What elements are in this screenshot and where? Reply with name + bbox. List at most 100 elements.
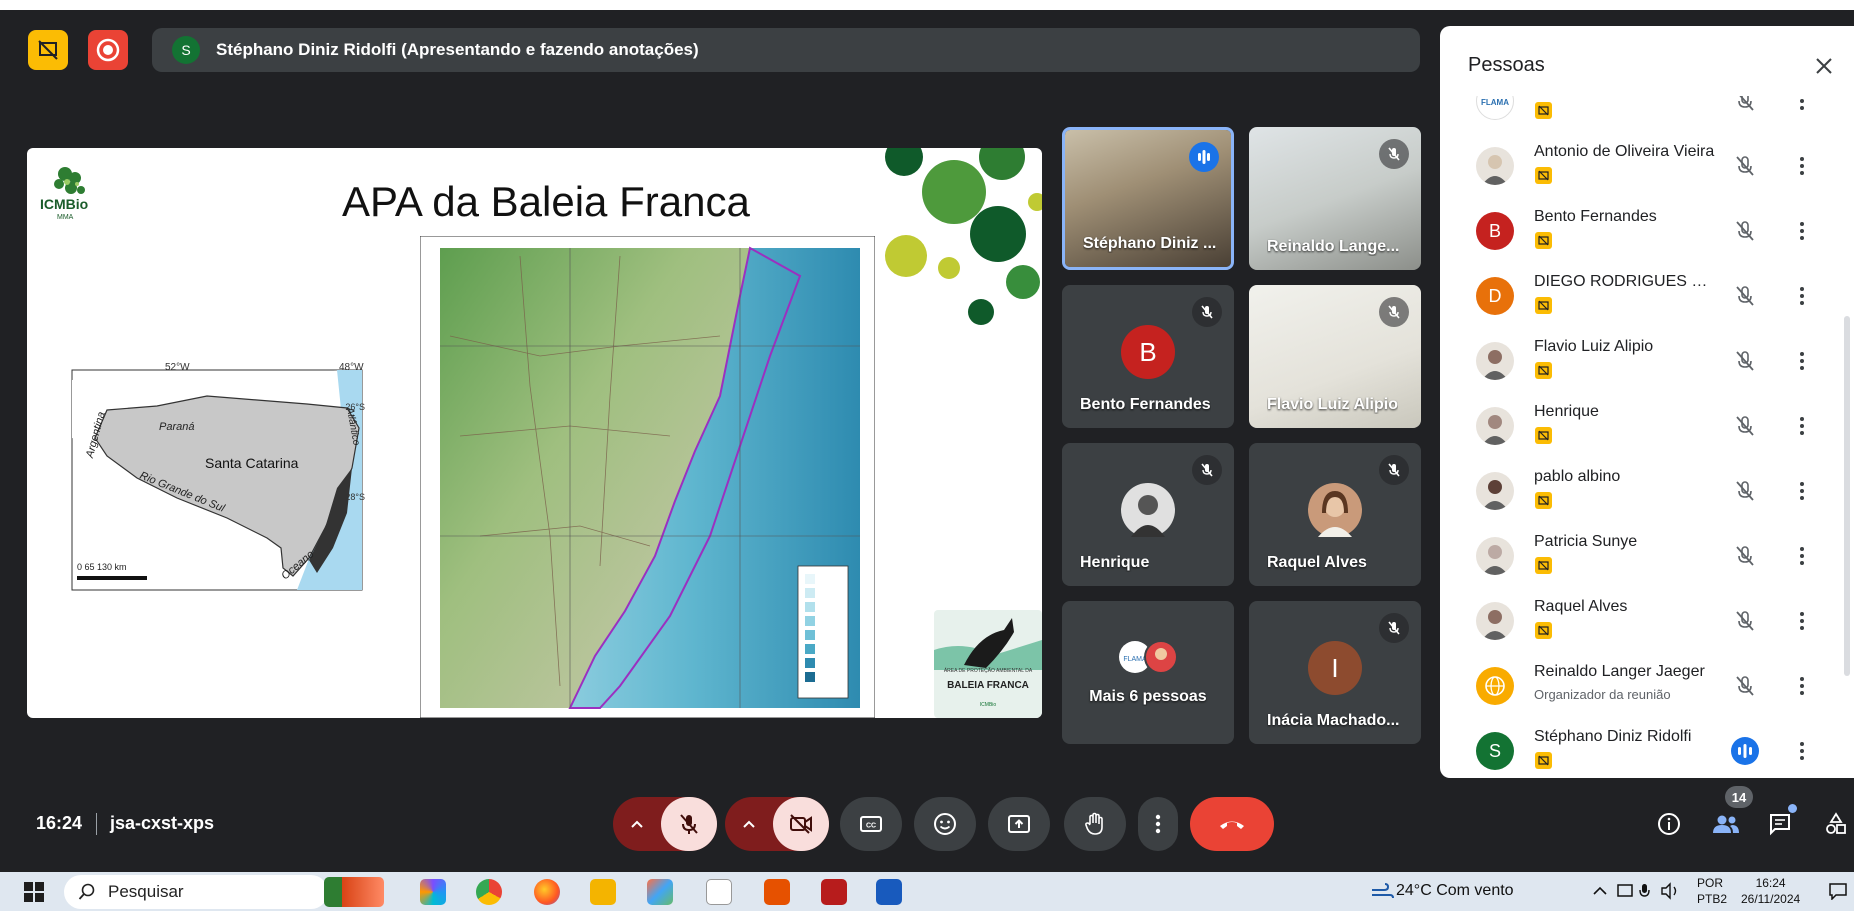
mic-off-icon[interactable] [1730,476,1760,506]
more-vert-icon[interactable] [1790,216,1814,246]
chat-notification-dot [1788,804,1797,813]
raise-hand-button[interactable] [1064,797,1126,851]
participant-row[interactable]: B Bento Fernandes [1440,200,1835,265]
participant-tile-flavio[interactable]: Flavio Luiz Alipio [1249,285,1421,428]
mic-off-icon[interactable] [1730,411,1760,441]
activities-button[interactable] [1818,806,1854,842]
slide-title: APA da Baleia Franca [342,178,750,225]
participant-tile-henrique[interactable]: Henrique [1062,443,1234,586]
shared-slide: ICMBio MMA APA da Baleia Franca 52°W 48°… [27,148,1042,718]
clock-date: 26/11/2024 [1741,892,1801,906]
tile-name: Mais 6 pessoas [1089,688,1207,705]
mic-off-icon[interactable] [1730,281,1760,311]
more-vert-icon[interactable] [1790,671,1814,701]
taskbar-weather[interactable]: 24°C Com vento [1396,882,1514,900]
file-explorer-icon[interactable] [590,879,616,905]
system-tray-icons[interactable] [1590,880,1690,907]
leave-call-button[interactable] [1190,797,1274,851]
reactions-button[interactable] [914,797,976,851]
word-icon[interactable] [876,879,902,905]
mic-off-icon[interactable] [1730,216,1760,246]
avatar [1476,342,1514,380]
notification-icon[interactable] [1828,882,1848,900]
mic-off-icon[interactable] [1730,151,1760,181]
panel-scrollbar[interactable] [1844,316,1850,676]
participant-name: Stéphano Diniz Ridolfi [1534,728,1692,745]
search-icon [78,883,95,900]
more-vert-icon[interactable] [1790,151,1814,181]
meeting-info-button[interactable] [1651,806,1687,842]
more-vert-icon[interactable] [1790,606,1814,636]
app-icon[interactable] [764,879,790,905]
taskbar-language[interactable]: POR PTB2 [1697,875,1727,907]
avatar: D [1476,277,1514,315]
more-options-button[interactable] [1138,797,1178,851]
taskbar-search[interactable]: Pesquisar [64,875,328,909]
more-vert-icon[interactable] [1790,346,1814,376]
participant-row[interactable]: S Stéphano Diniz Ridolfi [1440,720,1835,778]
windows-start-icon[interactable] [24,882,44,902]
participant-row[interactable]: pablo albino [1440,460,1835,525]
copilot-icon[interactable] [420,879,446,905]
panel-title: Pessoas [1468,54,1545,76]
paint-icon[interactable] [647,879,673,905]
audio-options-button[interactable] [613,797,661,851]
participant-row[interactable]: Reinaldo Langer Jaeger Organizador da reu… [1440,655,1835,720]
baleia-logo-org: ICMBio [979,702,997,708]
stop-presentation-button[interactable] [28,30,68,70]
mic-off-icon[interactable] [1730,346,1760,376]
participant-tile-inacia[interactable]: I Inácia Machado... [1249,601,1421,744]
close-panel-button[interactable] [1806,48,1842,84]
captions-button[interactable]: CC [840,797,902,851]
chrome-icon[interactable] [476,879,502,905]
video-options-button[interactable] [725,797,773,851]
more-vert-icon[interactable] [1790,281,1814,311]
mic-off-icon[interactable] [1730,96,1760,116]
participant-row[interactable]: D DIEGO RODRIGUES ME... [1440,265,1835,330]
recording-button[interactable] [88,30,128,70]
participant-tile-bento[interactable]: B Bento Fernandes [1062,285,1234,428]
participant-row[interactable]: Flavio Luiz Alipio [1440,330,1835,395]
mic-toggle-button[interactable] [661,797,717,851]
more-vert-icon[interactable] [1790,541,1814,571]
decorative-circles [885,148,1042,325]
participant-tile-stephano[interactable]: Stéphano Diniz ... [1062,127,1234,270]
inset-scale-label: 0 65 130 km [77,562,127,572]
mic-off-icon [1192,455,1222,485]
speaking-indicator-icon[interactable] [1730,736,1760,766]
more-vert-icon[interactable] [1790,96,1814,116]
more-vert-icon[interactable] [1790,476,1814,506]
more-participants-tile[interactable]: FLAMA Mais 6 pessoas [1062,601,1234,744]
participant-row[interactable]: Raquel Alves [1440,590,1835,655]
mic-off-icon[interactable] [1730,541,1760,571]
camera-toggle-button[interactable] [773,797,829,851]
participant-row[interactable]: FLAMAAlexandre Geólogo Fla... [1440,96,1835,135]
more-vert-icon[interactable] [1790,411,1814,441]
participant-row[interactable]: Henrique [1440,395,1835,460]
hand-icon [1085,812,1103,835]
weather-wind-icon [1372,883,1394,899]
present-button[interactable] [988,797,1050,851]
firefox-icon[interactable] [534,879,560,905]
mic-off-icon[interactable] [1730,671,1760,701]
taskbar-widget-icon[interactable] [324,877,384,907]
participant-row[interactable]: Antonio de Oliveira Vieira [1440,135,1835,200]
pdf-app-icon[interactable] [821,879,847,905]
presenting-badge-icon [1535,297,1552,314]
people-button[interactable] [1708,806,1744,842]
presenting-badge-icon [1535,752,1552,769]
participant-tile-raquel[interactable]: Raquel Alves [1249,443,1421,586]
notepad-icon[interactable] [706,879,732,905]
tile-name: Henrique [1080,554,1150,571]
mic-off-icon[interactable] [1730,606,1760,636]
participant-tile-reinaldo[interactable]: Reinaldo Lange... [1249,127,1421,270]
taskbar-search-placeholder: Pesquisar [108,882,184,901]
apa-map [419,235,876,718]
apa-map-drawing [419,235,876,718]
more-vert-icon[interactable] [1790,736,1814,766]
tile-name: Reinaldo Lange... [1267,238,1400,255]
whale-icon [934,618,1042,670]
inset-scale-bar [77,576,147,580]
taskbar-clock[interactable]: 16:24 26/11/2024 [1741,875,1800,907]
participant-row[interactable]: Patricia Sunye [1440,525,1835,590]
